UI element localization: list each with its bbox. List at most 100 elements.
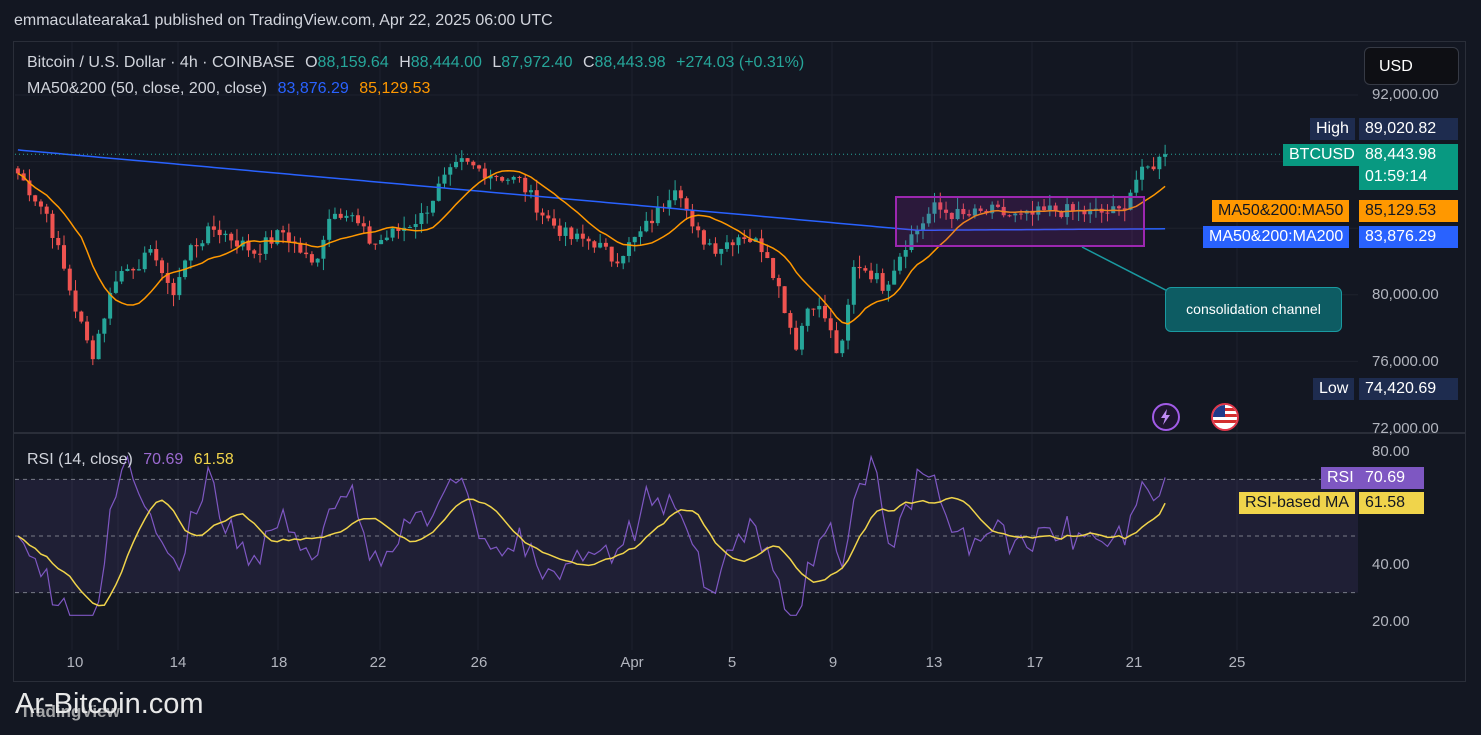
candle-body	[563, 227, 568, 236]
candle-body	[85, 321, 90, 341]
rsi-legend[interactable]: RSI (14, close) 70.69 61.58	[27, 451, 234, 469]
candle-body	[136, 269, 141, 271]
us-flag-event-icon[interactable]	[1211, 403, 1239, 431]
candle-body	[252, 250, 257, 254]
candle-body	[355, 215, 361, 224]
candle-body	[794, 327, 799, 350]
candle-body	[684, 198, 689, 211]
candle-body	[350, 215, 355, 217]
ma50-legend-value: 83,876.29	[277, 80, 349, 97]
high-label-tag: High	[1310, 118, 1355, 140]
rsi-indicator-name[interactable]: RSI (14, close)	[27, 451, 133, 468]
candle-body	[707, 243, 712, 245]
time-tick: 18	[270, 654, 288, 671]
candle-body	[644, 220, 649, 232]
candle-body	[557, 225, 562, 236]
candle-body	[586, 238, 591, 242]
candle-body	[217, 229, 222, 236]
symbol-name[interactable]: Bitcoin / U.S. Dollar · 4h · COINBASE	[27, 54, 295, 71]
price-tick: 92,000.00	[1372, 86, 1439, 103]
candle-body	[309, 254, 314, 263]
candle-body	[211, 226, 216, 230]
candle-body	[719, 248, 724, 254]
candle-body	[759, 238, 764, 253]
candle-body	[592, 241, 597, 248]
candle-body	[730, 242, 735, 246]
rsi-value-tag: 70.69	[1359, 467, 1424, 489]
candle-body	[442, 174, 447, 184]
candle-body	[332, 213, 337, 219]
btc-value-tag: 88,443.98	[1359, 144, 1458, 166]
ma50-label-tag: MA50&200:MA50	[1212, 200, 1350, 222]
annotation-callout[interactable]: consolidation channel	[1165, 287, 1342, 332]
ma-indicator-name[interactable]: MA50&200 (50, close, 200, close)	[27, 80, 267, 97]
candle-body	[638, 231, 643, 237]
candle-body	[390, 228, 395, 238]
time-tick: 26	[470, 654, 488, 671]
candle-body	[575, 233, 580, 240]
candle-body	[281, 230, 286, 233]
candle-body	[419, 213, 424, 225]
chart-canvas[interactable]	[0, 0, 1481, 735]
candle-body	[788, 313, 793, 328]
candle-body	[505, 179, 510, 181]
candle-body	[286, 232, 291, 242]
candle-body	[897, 256, 902, 271]
candle-body	[552, 218, 557, 226]
high-value-tag: 89,020.82	[1359, 118, 1458, 140]
rsi-tick: 80.00	[1372, 443, 1410, 460]
candle-body	[494, 175, 499, 178]
candle-body	[771, 258, 776, 279]
candle-body	[56, 237, 61, 246]
lightning-event-icon[interactable]	[1152, 403, 1180, 431]
site-watermark: Ar-Bitcoin.com	[15, 688, 204, 720]
candle-body	[511, 176, 516, 180]
candle-body	[603, 242, 608, 247]
candle-body	[632, 236, 637, 243]
candle-body	[500, 177, 505, 181]
candle-body	[44, 206, 49, 214]
candle-body	[234, 240, 239, 247]
rsi-label-tag: RSI	[1321, 467, 1360, 489]
price-tick: 76,000.00	[1372, 353, 1439, 370]
candle-body	[690, 210, 695, 227]
candle-body	[206, 226, 211, 244]
time-tick: 25	[1228, 654, 1246, 671]
high-label: H	[399, 54, 411, 71]
candle-body	[811, 308, 816, 310]
candle-body	[67, 268, 72, 291]
candle-body	[200, 243, 205, 247]
candle-body	[528, 190, 533, 193]
candle-body	[373, 243, 378, 245]
price-tick: 72,000.00	[1372, 420, 1439, 437]
rsi-ma-legend-value: 61.58	[193, 451, 234, 468]
candle-body	[379, 240, 384, 245]
candle-body	[15, 168, 20, 174]
candle-body	[113, 281, 118, 293]
time-tick: 22	[369, 654, 387, 671]
ma-legend[interactable]: MA50&200 (50, close, 200, close) 83,876.…	[27, 80, 430, 98]
candle-body	[822, 305, 828, 319]
candle-body	[38, 201, 43, 207]
candle-body	[1157, 156, 1162, 170]
time-tick: 17	[1026, 654, 1044, 671]
currency-button[interactable]: USD	[1364, 47, 1459, 85]
candle-body	[142, 252, 147, 270]
candle-body	[257, 253, 263, 255]
candle-body	[304, 252, 309, 255]
candle-body	[569, 227, 574, 240]
candle-body	[805, 308, 810, 326]
candle-body	[903, 249, 908, 257]
open-value: 88,159.64	[317, 54, 389, 71]
candle-body	[799, 325, 804, 350]
candle-body	[154, 249, 159, 261]
candle-body	[471, 161, 476, 166]
candle-body	[540, 212, 545, 216]
symbol-legend[interactable]: Bitcoin / U.S. Dollar · 4h · COINBASE O8…	[27, 54, 804, 72]
candle-body	[384, 237, 389, 241]
candle-body	[1134, 179, 1139, 193]
candle-body	[517, 176, 522, 178]
candle-body	[327, 218, 332, 240]
candle-body	[851, 266, 856, 305]
candle-body	[650, 220, 655, 224]
